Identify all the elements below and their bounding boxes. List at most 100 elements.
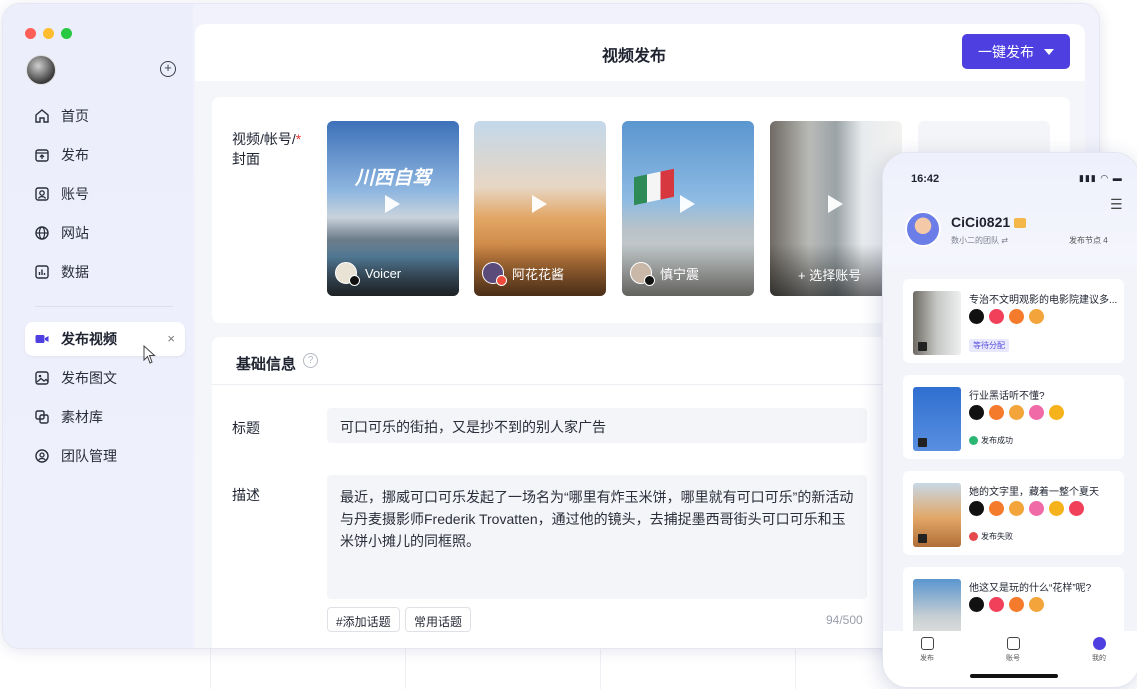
list-item[interactable]: 专治不文明观影的电影院建议多... 等待分配 <box>903 279 1124 363</box>
menu-icon[interactable]: ☰ <box>1110 196 1123 213</box>
platform-icons <box>969 501 1084 516</box>
play-icon[interactable] <box>680 195 695 213</box>
sidebar: + 首页 发布 账号 网站 数据 发布视频 × 发布图文 素材库 团队管理 <box>3 4 193 648</box>
account-icon <box>35 187 49 201</box>
select-account-button[interactable]: + 选择账号 <box>798 265 861 284</box>
platform-icons <box>969 309 1044 324</box>
title-label: 标题 <box>232 420 260 436</box>
publish-icon <box>920 637 934 650</box>
add-topic-button[interactable]: #添加话题 <box>327 607 400 632</box>
add-icon[interactable]: + <box>160 61 176 77</box>
play-icon[interactable] <box>532 195 547 213</box>
video-thumbnail[interactable]: 慎宁震 <box>622 121 754 296</box>
account-chip: 慎宁震 <box>630 262 699 286</box>
video-thumbnail[interactable]: 川西自驾 Voicer <box>327 121 459 296</box>
account-avatar <box>482 262 507 286</box>
platform-icons <box>969 597 1044 612</box>
kuaishou-icon <box>496 275 507 286</box>
video-icon <box>35 335 49 343</box>
title-input[interactable]: 可口可乐的街拍，又是抄不到的别人家广告 <box>327 408 867 443</box>
item-thumbnail <box>913 387 961 451</box>
douyin-icon <box>969 309 984 324</box>
tab-mine[interactable]: 我的 <box>1079 637 1119 663</box>
close-icon[interactable]: × <box>167 331 175 346</box>
sidebar-item-team[interactable]: 团队管理 <box>25 439 185 473</box>
top-bar: 视频发布 一键发布 <box>195 24 1085 81</box>
phone-header: 16:42 ▮▮▮ ◠ ▬ ☰ CiCi0821 数小二的团队 ⇄ 发布节点 4 <box>883 153 1137 273</box>
sidebar-item-publish-video[interactable]: 发布视频 × <box>25 322 185 356</box>
sidebar-item-publish[interactable]: 发布 <box>25 138 185 172</box>
sidebar-item-account[interactable]: 账号 <box>25 177 185 211</box>
sidebar-item-label: 数据 <box>61 264 89 280</box>
kuaishou-icon <box>1009 597 1024 612</box>
sidebar-item-label: 首页 <box>61 108 89 124</box>
sidebar-item-label: 团队管理 <box>61 448 117 464</box>
bilibili-icon <box>989 597 1004 612</box>
sidebar-item-library[interactable]: 素材库 <box>25 400 185 434</box>
sidebar-divider <box>35 306 173 307</box>
close-window-button[interactable] <box>25 28 36 39</box>
douyin-icon <box>644 275 655 286</box>
list-item[interactable]: 她的文字里，藏着一整个夏天 发布失败 <box>903 471 1124 555</box>
account-avatar <box>335 262 360 286</box>
sidebar-item-data[interactable]: 数据 <box>25 255 185 289</box>
sidebar-item-website[interactable]: 网站 <box>25 216 185 250</box>
chevron-down-icon[interactable] <box>1044 48 1054 55</box>
window-controls <box>25 28 72 39</box>
xigua-icon <box>1009 501 1024 516</box>
minimize-window-button[interactable] <box>43 28 54 39</box>
vip-icon <box>1014 218 1027 229</box>
bilibili-icon <box>989 309 1004 324</box>
sidebar-item-label: 发布视频 <box>61 331 117 347</box>
account-chip: 阿花花酱 <box>482 262 564 286</box>
sidebar-item-label: 发布 <box>61 147 89 163</box>
common-topics-button[interactable]: 常用话题 <box>405 607 472 632</box>
char-counter: 94/500 <box>826 613 863 627</box>
play-icon[interactable] <box>828 195 843 213</box>
tab-account[interactable]: 账号 <box>993 637 1033 663</box>
cover-label: 视频/帐号/* 封面 <box>232 131 302 167</box>
account-chip: Voicer <box>335 262 401 286</box>
douyin-icon <box>969 597 984 612</box>
xigua-icon <box>1029 597 1044 612</box>
globe-icon <box>35 226 49 240</box>
tab-publish[interactable]: 发布 <box>907 637 947 663</box>
video-thumbnail[interactable]: 阿花花酱 <box>474 121 606 296</box>
description-input[interactable]: 最近，挪威可口可乐发起了一场名为“哪里有炸玉米饼，哪里就有可口可乐”的新活动与丹… <box>327 475 867 599</box>
play-icon[interactable] <box>385 195 400 213</box>
xigua-icon <box>1009 405 1024 420</box>
play-icon <box>918 438 927 447</box>
account-icon <box>1006 637 1020 650</box>
team-icon <box>35 449 49 463</box>
sidebar-item-label: 网站 <box>61 225 89 241</box>
douyin-icon <box>969 405 984 420</box>
maximize-window-button[interactable] <box>61 28 72 39</box>
account-avatar <box>630 262 655 286</box>
team-switcher[interactable]: 数小二的团队 ⇄ <box>951 235 1008 246</box>
home-indicator <box>970 674 1058 678</box>
publish-icon <box>35 149 49 162</box>
fail-icon <box>969 532 978 541</box>
success-icon <box>969 436 978 445</box>
publish-button-label: 一键发布 <box>978 43 1034 60</box>
video-channel-icon <box>1029 405 1044 420</box>
library-icon <box>35 410 49 424</box>
home-icon <box>35 109 49 123</box>
cursor-icon <box>143 345 156 364</box>
sidebar-item-publish-image[interactable]: 发布图文 <box>25 361 185 395</box>
avatar[interactable] <box>905 211 941 247</box>
user-name: CiCi0821 <box>951 214 1027 230</box>
phone-preview: 16:42 ▮▮▮ ◠ ▬ ☰ CiCi0821 数小二的团队 ⇄ 发布节点 4… <box>882 152 1137 688</box>
sidebar-item-home[interactable]: 首页 <box>25 99 185 133</box>
help-icon[interactable]: ? <box>303 353 318 368</box>
item-thumbnail <box>913 483 961 547</box>
flag-graphic <box>634 168 674 206</box>
avatar[interactable] <box>26 55 56 85</box>
bilibili-icon <box>1069 501 1084 516</box>
profile-icon <box>1092 637 1106 650</box>
list-item[interactable]: 行业黑话听不懂? 发布成功 <box>903 375 1124 459</box>
image-icon <box>35 371 49 385</box>
section-title: 基础信息 <box>236 356 297 373</box>
weibo-icon <box>1049 405 1064 420</box>
one-click-publish-button[interactable]: 一键发布 <box>962 34 1070 69</box>
